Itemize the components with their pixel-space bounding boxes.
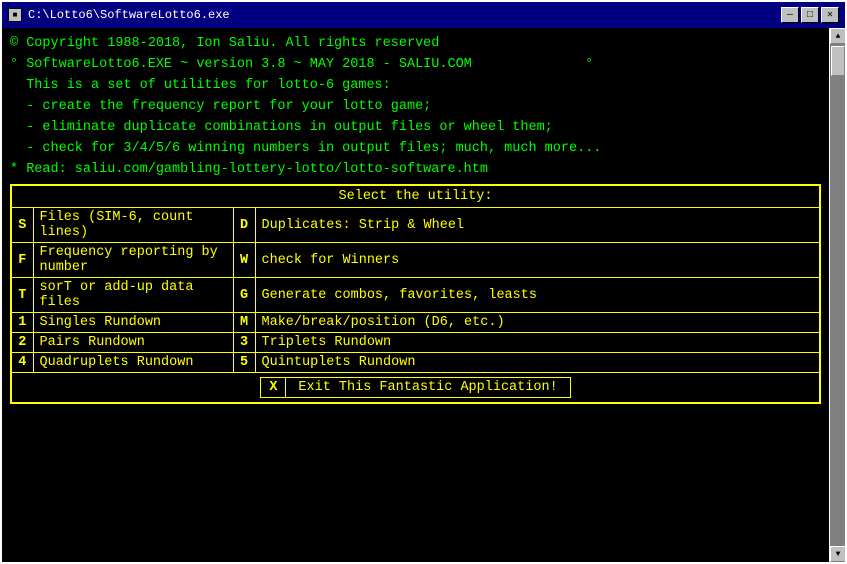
label-pairs[interactable]: Pairs Rundown — [33, 333, 233, 353]
label-quintuplets[interactable]: Quintuplets Rundown — [255, 353, 820, 373]
scrollbar-thumb[interactable] — [831, 46, 845, 76]
menu-header: Select the utility: — [11, 185, 820, 208]
scroll-down-button[interactable]: ▼ — [830, 546, 845, 562]
exit-row: X Exit This Fantastic Application! — [11, 373, 820, 404]
label-sort[interactable]: sorT or add-up data files — [33, 278, 233, 313]
key-g[interactable]: G — [233, 278, 255, 313]
maximize-button[interactable]: □ — [801, 7, 819, 23]
key-2[interactable]: 2 — [11, 333, 33, 353]
key-1[interactable]: 1 — [11, 313, 33, 333]
label-files[interactable]: Files (SIM-6, count lines) — [33, 208, 233, 243]
label-duplicates[interactable]: Duplicates: Strip & Wheel — [255, 208, 820, 243]
label-generate[interactable]: Generate combos, favorites, leasts — [255, 278, 820, 313]
table-row: S Files (SIM-6, count lines) D Duplicate… — [11, 208, 820, 243]
label-triplets[interactable]: Triplets Rundown — [255, 333, 820, 353]
line-desc3: - eliminate duplicate combinations in ou… — [10, 118, 821, 139]
scrollbar: ▲ ▼ — [829, 28, 845, 562]
window-icon: ■ — [8, 8, 22, 22]
table-row: 4 Quadruplets Rundown 5 Quintuplets Rund… — [11, 353, 820, 373]
line-desc1: This is a set of utilities for lotto-6 g… — [10, 76, 821, 97]
title-bar-left: ■ C:\Lotto6\SoftwareLotto6.exe — [8, 8, 230, 22]
scroll-up-button[interactable]: ▲ — [830, 28, 845, 44]
window-title: C:\Lotto6\SoftwareLotto6.exe — [28, 8, 230, 22]
key-f[interactable]: F — [11, 243, 33, 278]
label-frequency[interactable]: Frequency reporting by number — [33, 243, 233, 278]
terminal: © Copyright 1988-2018, Ion Saliu. All ri… — [2, 28, 829, 562]
minimize-button[interactable]: — — [781, 7, 799, 23]
key-d[interactable]: D — [233, 208, 255, 243]
exit-key[interactable]: X — [261, 378, 286, 398]
exit-cell: X Exit This Fantastic Application! — [11, 373, 820, 404]
title-bar-controls: — □ ✕ — [781, 7, 839, 23]
line-copyright: © Copyright 1988-2018, Ion Saliu. All ri… — [10, 34, 821, 55]
menu-table: Select the utility: S Files (SIM-6, coun… — [10, 184, 821, 404]
label-singles[interactable]: Singles Rundown — [33, 313, 233, 333]
label-make[interactable]: Make/break/position (D6, etc.) — [255, 313, 820, 333]
table-row: 1 Singles Rundown M Make/break/position … — [11, 313, 820, 333]
label-winners[interactable]: check for Winners — [255, 243, 820, 278]
table-row: 2 Pairs Rundown 3 Triplets Rundown — [11, 333, 820, 353]
key-t[interactable]: T — [11, 278, 33, 313]
label-quadruplets[interactable]: Quadruplets Rundown — [33, 353, 233, 373]
line-version: ° SoftwareLotto6.EXE ~ version 3.8 ~ MAY… — [10, 55, 821, 76]
table-row: T sorT or add-up data files G Generate c… — [11, 278, 820, 313]
content-area: © Copyright 1988-2018, Ion Saliu. All ri… — [2, 28, 845, 562]
title-bar: ■ C:\Lotto6\SoftwareLotto6.exe — □ ✕ — [2, 2, 845, 28]
close-button[interactable]: ✕ — [821, 7, 839, 23]
scrollbar-track[interactable] — [830, 44, 845, 546]
key-5[interactable]: 5 — [233, 353, 255, 373]
line-read: * Read: saliu.com/gambling-lottery-lotto… — [10, 160, 821, 181]
exit-label[interactable]: Exit This Fantastic Application! — [286, 378, 570, 398]
key-3[interactable]: 3 — [233, 333, 255, 353]
key-m[interactable]: M — [233, 313, 255, 333]
line-desc4: - check for 3/4/5/6 winning numbers in o… — [10, 139, 821, 160]
key-4[interactable]: 4 — [11, 353, 33, 373]
main-window: ■ C:\Lotto6\SoftwareLotto6.exe — □ ✕ © C… — [0, 0, 847, 564]
key-s[interactable]: S — [11, 208, 33, 243]
key-w[interactable]: W — [233, 243, 255, 278]
table-row: F Frequency reporting by number W check … — [11, 243, 820, 278]
line-desc2: - create the frequency report for your l… — [10, 97, 821, 118]
